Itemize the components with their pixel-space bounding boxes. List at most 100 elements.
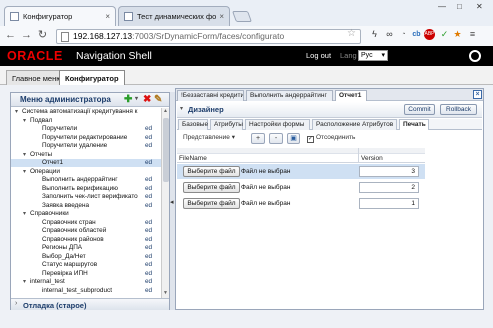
tab-basic[interactable]: Базовые xyxy=(178,119,208,130)
scroll-down-icon[interactable]: ▼ xyxy=(162,290,169,296)
expand-toggle-icon[interactable]: ▾ xyxy=(23,168,26,176)
reload-icon[interactable]: ↻ xyxy=(36,29,49,42)
add-icon[interactable]: ✚ xyxy=(124,94,132,105)
tree-item[interactable]: Выполнить андеррайтинг ed xyxy=(11,176,161,184)
detach-toggle[interactable]: ✓ Отсоединить xyxy=(307,133,377,144)
choose-file-button[interactable]: Выберите файл xyxy=(183,198,240,209)
version-input[interactable]: 1 xyxy=(359,198,419,209)
chat-extension-icon[interactable]: ◔ xyxy=(398,29,409,40)
tab-underwriting[interactable]: Выполнить андеррайтинг xyxy=(246,90,333,101)
cb-extension-icon[interactable]: cb xyxy=(411,29,422,40)
tree-item-ed[interactable]: ed xyxy=(145,261,152,269)
add-row-button[interactable]: + xyxy=(251,133,265,144)
lightning-extension-icon[interactable]: ϟ xyxy=(369,29,380,40)
tab-print[interactable]: Печать xyxy=(399,119,429,130)
tree-item-ed[interactable]: ed xyxy=(145,125,152,133)
tree-item-ed[interactable]: ed xyxy=(145,176,152,184)
power-icon[interactable] xyxy=(469,50,481,62)
bookmark-star-icon[interactable]: ☆ xyxy=(347,28,356,39)
table-row[interactable]: Выберите файл Файл не выбран 2 xyxy=(177,180,425,195)
tree-item[interactable]: Справочник областей ed xyxy=(11,227,161,235)
tree-item-ed[interactable]: ed xyxy=(145,142,152,150)
tab-report1[interactable]: Отчет1 xyxy=(335,90,367,101)
collapse-left-icon[interactable]: ◂ xyxy=(170,198,174,206)
check-extension-icon[interactable]: ✓ xyxy=(439,29,450,40)
tree-item[interactable]: Выполнить верификацию ed xyxy=(11,185,161,193)
tree-item-ed[interactable]: ed xyxy=(145,219,152,227)
binoculars-extension-icon[interactable]: ∞ xyxy=(384,29,395,40)
logout-link[interactable]: Log out xyxy=(306,51,331,60)
tree-item-ed[interactable]: ed xyxy=(145,185,152,193)
tree-item[interactable]: Перевірка ИПН ed xyxy=(11,270,161,278)
tree-item-ed[interactable]: ed xyxy=(145,193,152,201)
tree-item[interactable]: ▾ Справочники xyxy=(11,210,161,218)
bookmark-extension-icon[interactable]: ★ xyxy=(452,29,463,40)
collapse-designer-icon[interactable]: ▾ xyxy=(180,105,183,112)
scroll-up-icon[interactable]: ▲ xyxy=(162,108,169,114)
version-input[interactable]: 3 xyxy=(359,166,419,177)
tree-item[interactable]: Справочник стран ed xyxy=(11,219,161,227)
version-input[interactable]: 2 xyxy=(359,182,419,193)
new-tab-button[interactable] xyxy=(231,11,253,22)
address-bar[interactable]: 192.168.127.13:7003/SrDynamicForm/faces/… xyxy=(56,29,361,44)
tree-item[interactable]: ▾ Система автоматизації кредитування к xyxy=(11,108,161,116)
tree-item[interactable]: Статус маршрутов ed xyxy=(11,261,161,269)
tree-item[interactable]: Поручители редактирование ed xyxy=(11,134,161,142)
expand-toggle-icon[interactable]: ▾ xyxy=(23,117,26,125)
browser-tab-dynamic-forms[interactable]: Тест динамических форм × xyxy=(118,6,230,26)
tab-bezzastavni[interactable]: !Беззаставні кредити xyxy=(177,90,244,101)
edit-icon[interactable]: ✎ xyxy=(154,94,162,105)
wrench-menu-icon[interactable]: ≡ xyxy=(467,29,478,40)
tree-item-ed[interactable]: ed xyxy=(145,227,152,235)
tree-item-ed[interactable]: ed xyxy=(145,134,152,142)
maximize-icon[interactable]: □ xyxy=(457,2,462,11)
tab-configurator[interactable]: Конфигуратор xyxy=(59,70,125,85)
remove-row-button[interactable]: - xyxy=(269,133,283,144)
tree-item-ed[interactable]: ed xyxy=(145,236,152,244)
tree-item[interactable]: ▾ Операции xyxy=(11,168,161,176)
tree-item[interactable]: Поручители ed xyxy=(11,125,161,133)
tree-item[interactable]: Выбор_Да/Нет ed xyxy=(11,253,161,261)
tree-item-ed[interactable]: ed xyxy=(145,202,152,210)
add-dropdown-icon[interactable]: ▾ xyxy=(135,94,138,105)
scrollbar-thumb[interactable] xyxy=(163,118,169,182)
close-tab-icon[interactable]: × xyxy=(219,12,224,21)
tree-item[interactable]: internal_test_subproduct ed xyxy=(11,287,161,295)
expand-toggle-icon[interactable]: ▾ xyxy=(15,108,18,116)
tree-item-ed[interactable]: ed xyxy=(145,244,152,252)
detach-icon[interactable]: ▣ xyxy=(287,133,300,144)
table-row[interactable]: Выберите файл Файл не выбран 3 xyxy=(177,164,425,179)
close-icon[interactable]: × xyxy=(473,90,482,99)
forward-icon[interactable]: → xyxy=(20,29,33,42)
table-row[interactable]: Выберите файл Файл не выбран 1 xyxy=(177,196,425,211)
debug-accordion[interactable]: › Отладка (старое) xyxy=(11,298,169,310)
expand-toggle-icon[interactable]: ▾ xyxy=(23,278,26,286)
rollback-button[interactable]: Rollback xyxy=(440,104,477,115)
tab-form-settings[interactable]: Настройки формы xyxy=(245,119,310,130)
back-icon[interactable]: ← xyxy=(4,29,17,42)
tree-item[interactable]: Поручители удаление ed xyxy=(11,142,161,150)
tree-item[interactable]: Отчет1 ed xyxy=(11,159,161,167)
view-menu[interactable]: Представление ▾ xyxy=(183,133,245,144)
tree-item[interactable]: Заявка введена ed xyxy=(11,202,161,210)
close-tab-icon[interactable]: × xyxy=(105,12,110,21)
tree-item[interactable]: Регионы ДПА ed xyxy=(11,244,161,252)
tree-item-ed[interactable]: ed xyxy=(145,159,152,167)
tree-item-ed[interactable]: ed xyxy=(145,253,152,261)
adblock-icon[interactable]: ABP xyxy=(424,29,435,40)
tab-attributes[interactable]: Атрибуты xyxy=(210,119,243,130)
tree-item[interactable]: Справочник районов ed xyxy=(11,236,161,244)
choose-file-button[interactable]: Выберите файл xyxy=(183,166,240,177)
choose-file-button[interactable]: Выберите файл xyxy=(183,182,240,193)
tab-attribute-layout[interactable]: Расположение Атрибутов xyxy=(312,119,397,130)
close-window-icon[interactable]: ✕ xyxy=(476,2,483,11)
language-select[interactable]: Рус ▾ xyxy=(358,50,388,61)
expand-toggle-icon[interactable]: ▾ xyxy=(23,210,26,218)
tree-item-ed[interactable]: ed xyxy=(145,287,152,295)
tree-item-ed[interactable]: ed xyxy=(145,278,152,286)
delete-icon[interactable]: ✖ xyxy=(143,94,151,105)
browser-tab-configurator[interactable]: Конфигуратор × xyxy=(4,6,116,26)
tree-item[interactable]: ▾ Отчеты xyxy=(11,151,161,159)
tree-item[interactable]: Заполнить чек-лист верификато ed xyxy=(11,193,161,201)
tree-item[interactable]: ▾ Подвал xyxy=(11,117,161,125)
